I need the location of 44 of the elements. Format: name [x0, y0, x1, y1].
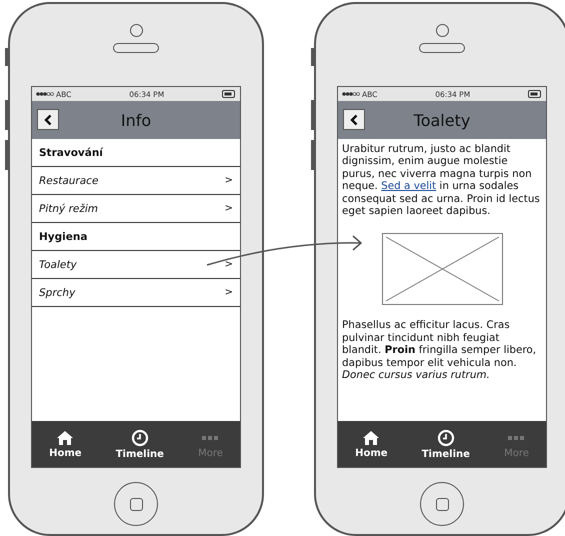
back-button[interactable]	[37, 109, 59, 130]
dots-icon	[202, 436, 218, 440]
list-item[interactable]: Toalety >	[32, 251, 240, 279]
battery-icon	[528, 90, 542, 98]
list-item[interactable]: Restaurace >	[32, 167, 240, 195]
dots-icon	[508, 436, 524, 440]
list-item[interactable]: Pitný režim >	[32, 195, 240, 223]
clock-icon	[130, 428, 149, 446]
section-header: Hygiena	[32, 223, 240, 251]
list-item[interactable]: Sprchy >	[32, 279, 240, 307]
camera-icon	[436, 24, 448, 37]
screen-title: Toalety	[414, 110, 470, 130]
chevron-label: >	[224, 259, 233, 270]
home-button[interactable]	[114, 482, 158, 526]
chevron-label: >	[224, 287, 233, 298]
back-button[interactable]	[343, 109, 365, 130]
tab-button[interactable]: Home	[351, 428, 392, 460]
paragraph: Urabitur rutrum, justo ac blandit dignissim, enim augue molestie purus, nec viverra magna turpis non neque. Sed a velit in urna sodales consequat sed ac urna. Proin id lectus eget sapien laoreet dapibus.	[342, 143, 541, 218]
camera-icon	[130, 24, 142, 37]
image-placeholder-icon	[382, 233, 502, 306]
signal-icon	[36, 91, 54, 97]
screen-title: Info	[120, 110, 152, 130]
text-link[interactable]: Sed a velit	[381, 180, 436, 192]
list-item-label: Sprchy	[39, 286, 76, 298]
list-item-label: Pitný režim	[39, 202, 100, 214]
chevron-left-icon	[350, 114, 358, 126]
section-header: Stravování	[32, 139, 240, 167]
home-icon	[362, 430, 380, 446]
home-button[interactable]	[420, 482, 464, 526]
paragraph: Phasellus ac efficitur lacus. Cras pulvinar tincidunt nibh feugiat blandit. Proin fringilla semper libero, dapibus tempor elit vehicula non. Donec cursus varius rutrum.	[342, 319, 538, 382]
speaker-slot	[419, 43, 465, 53]
chevron-left-icon	[44, 114, 52, 126]
home-icon	[56, 430, 74, 446]
chevron-label: >	[224, 203, 233, 214]
tab-button[interactable]: Timeline	[112, 426, 168, 462]
chevron-label: >	[224, 175, 233, 186]
clock-icon	[436, 428, 455, 446]
battery-icon	[222, 90, 236, 98]
list-item-label: Toalety	[39, 258, 78, 270]
signal-icon	[342, 91, 360, 97]
list-item-label: Restaurace	[39, 174, 100, 186]
tab-button[interactable]: Home	[45, 428, 86, 460]
tab-button[interactable]: Timeline	[418, 426, 474, 462]
speaker-slot	[113, 43, 159, 53]
